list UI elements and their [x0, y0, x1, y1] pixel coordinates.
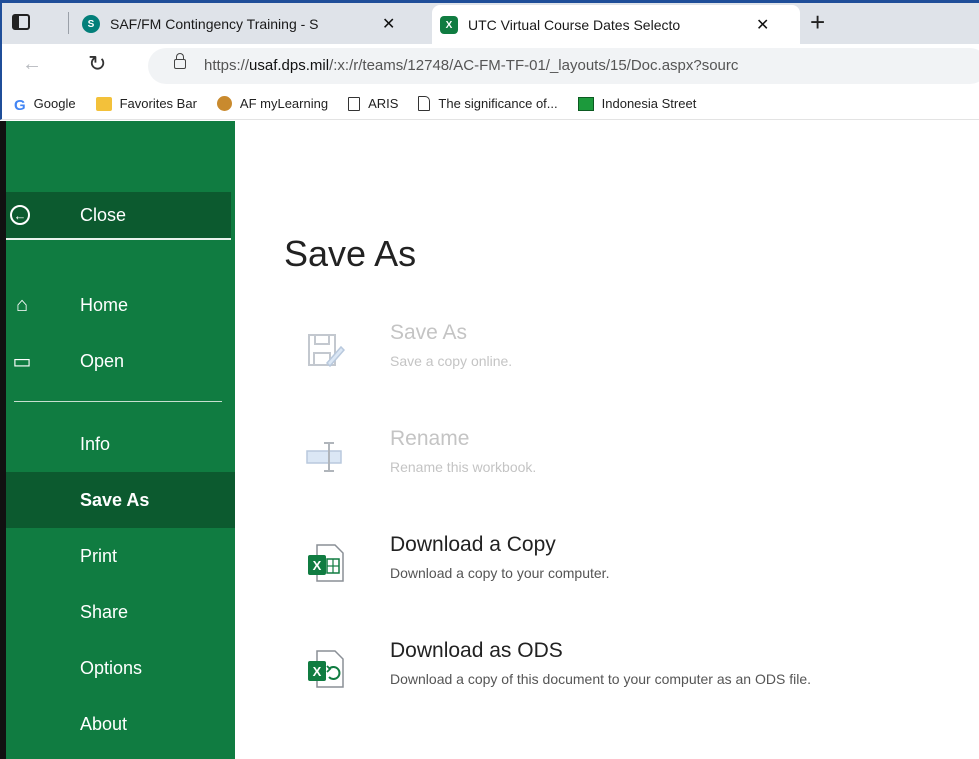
close-tab-icon[interactable]: ✕	[756, 15, 769, 35]
close-tab-icon[interactable]: ✕	[382, 14, 395, 34]
action-description: Download a copy to your computer.	[390, 565, 610, 581]
folder-open-icon: ▭	[12, 350, 32, 373]
nav-label: Print	[80, 545, 118, 566]
document-icon	[348, 96, 361, 111]
back-button[interactable]: ←	[22, 53, 42, 76]
action-title: Rename	[390, 427, 470, 450]
favorite-label: Favorites Bar	[119, 96, 197, 111]
nav-save-as[interactable]: Save As	[6, 472, 235, 528]
favorites-bar: G Google Favorites Bar AF myLearning ARI…	[0, 88, 979, 120]
nav-label: Share	[80, 601, 129, 622]
favorite-indonesia-street[interactable]: Indonesia Street	[577, 96, 697, 111]
nav-home[interactable]: ⌂ Home	[6, 277, 235, 333]
url-field[interactable]: https://usaf.dps.mil/:x:/r/teams/12748/A…	[148, 48, 979, 84]
action-title: Save As	[390, 321, 468, 344]
rename-icon	[306, 442, 342, 472]
sidebar-divider	[14, 401, 222, 402]
nav-label: Save As	[80, 489, 150, 510]
backstage-main: Save As Save As Save a copy online. Rena…	[235, 121, 979, 759]
nav-label: Options	[80, 657, 143, 678]
google-icon: G	[14, 96, 26, 114]
sharepoint-icon: S	[82, 15, 100, 33]
save-as-icon	[308, 334, 345, 368]
download-copy-button[interactable]: X Download a Copy Download a copy to you…	[235, 533, 979, 613]
favorite-favorites-bar[interactable]: Favorites Bar	[95, 96, 197, 111]
favorite-label: ARIS	[368, 96, 399, 111]
green-arrow-icon	[577, 96, 594, 111]
favorite-af-mylearning[interactable]: AF myLearning	[216, 96, 329, 111]
nav-label: About	[80, 713, 128, 734]
page-icon	[418, 96, 431, 111]
reload-button[interactable]: ↻	[88, 51, 106, 77]
url-path: /:x:/r/teams/12748/AC-FM-TF-01/_layouts/…	[329, 57, 739, 74]
excel-icon: X	[440, 16, 458, 34]
nav-label: Info	[80, 433, 111, 454]
nav-label: Open	[80, 350, 125, 371]
action-description: Download a copy of this document to your…	[390, 671, 811, 687]
lock-icon[interactable]	[174, 53, 186, 69]
mylearning-icon	[216, 96, 232, 111]
folder-icon	[95, 96, 112, 111]
url-text: https://usaf.dps.mil/:x:/r/teams/12748/A…	[204, 57, 738, 74]
action-title: Download a Copy	[390, 533, 556, 556]
favorite-google[interactable]: G Google	[14, 96, 76, 114]
action-description: Rename this workbook.	[390, 459, 537, 475]
address-bar-row: ← ↻ https://usaf.dps.mil/:x:/r/teams/127…	[0, 44, 979, 88]
back-arrow-icon: ←	[10, 205, 30, 225]
close-backstage-button[interactable]: ← Close	[6, 192, 231, 240]
save-as-option: Save As Save a copy online.	[235, 321, 979, 401]
svg-text:X: X	[313, 664, 322, 679]
action-description: Save a copy online.	[390, 353, 513, 369]
backstage-sidebar: ← Close ⌂ Home ▭ Open Info Save As Print…	[0, 121, 235, 759]
tab-excel-active[interactable]: X UTC Virtual Course Dates Selecto ✕	[432, 5, 800, 45]
url-scheme: https://	[204, 57, 250, 74]
tab-sharepoint[interactable]: S SAF/FM Contingency Training - S ✕	[74, 5, 426, 43]
new-tab-button[interactable]: +	[810, 7, 825, 38]
rename-option: Rename Rename this workbook.	[235, 427, 979, 507]
nav-about[interactable]: About	[6, 696, 235, 752]
nav-print[interactable]: Print	[6, 528, 235, 584]
favorite-label: AF myLearning	[239, 96, 329, 111]
browser-tab-bar: S SAF/FM Contingency Training - S ✕ X UT…	[0, 0, 979, 45]
page-title: Save As	[284, 233, 417, 274]
favorite-label: Google	[33, 96, 76, 111]
nav-info[interactable]: Info	[6, 416, 235, 472]
download-ods-button[interactable]: X Download as ODS Download a copy of thi…	[235, 639, 979, 719]
svg-text:X: X	[313, 558, 322, 573]
ods-download-icon: X	[308, 650, 344, 688]
home-icon: ⌂	[15, 293, 29, 316]
nav-share[interactable]: Share	[6, 584, 235, 640]
action-title: Download as ODS	[390, 639, 563, 662]
favorite-significance[interactable]: The significance of...	[418, 96, 558, 111]
tab-title: SAF/FM Contingency Training - S	[110, 16, 319, 32]
excel-download-icon: X	[308, 544, 344, 582]
tab-divider	[68, 12, 69, 34]
favorite-aris[interactable]: ARIS	[348, 96, 398, 111]
favorite-label: Indonesia Street	[601, 96, 697, 111]
close-label: Close	[80, 204, 127, 225]
nav-options[interactable]: Options	[6, 640, 235, 696]
url-host: usaf.dps.mil	[249, 57, 330, 74]
tab-actions-icon[interactable]	[12, 14, 30, 30]
favorite-label: The significance of...	[438, 96, 558, 111]
tab-title: UTC Virtual Course Dates Selecto	[468, 17, 681, 33]
nav-label: Home	[80, 294, 129, 315]
nav-open[interactable]: ▭ Open	[6, 333, 235, 389]
